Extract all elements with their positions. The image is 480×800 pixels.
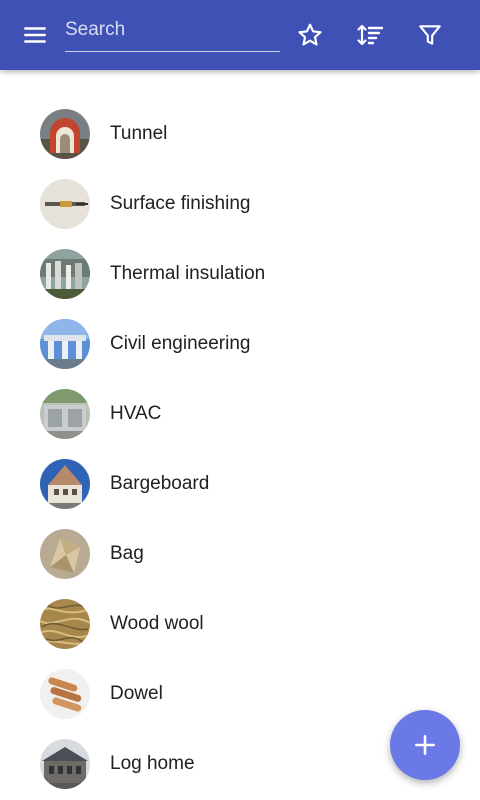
plus-icon xyxy=(415,735,435,755)
log-home-thumbnail xyxy=(40,739,90,789)
list-item[interactable]: Tunnel xyxy=(0,99,480,169)
list-item-label: Dowel xyxy=(110,683,163,704)
search-field xyxy=(65,14,280,52)
item-list: Tunnel Surface finishing Thermal insulat… xyxy=(0,99,480,799)
list-item-label: Surface finishing xyxy=(110,193,251,214)
app-screen: Tunnel Surface finishing xyxy=(0,0,480,800)
wood-wool-thumbnail xyxy=(40,599,90,649)
surface-finishing-thumbnail xyxy=(40,179,90,229)
civil-engineering-thumbnail xyxy=(40,319,90,369)
star-outline-icon xyxy=(298,23,322,46)
top-app-bar xyxy=(0,0,480,70)
list-item[interactable]: HVAC xyxy=(0,379,480,449)
menu-button[interactable] xyxy=(11,11,59,59)
list-item-label: Bargeboard xyxy=(110,473,210,494)
sort-button[interactable] xyxy=(346,11,394,59)
list-item[interactable]: Thermal insulation xyxy=(0,239,480,309)
list-item-label: HVAC xyxy=(110,403,162,424)
dowel-thumbnail xyxy=(40,669,90,719)
list-item-label: Tunnel xyxy=(110,123,168,144)
filter-icon xyxy=(419,25,441,45)
list-item-label: Log home xyxy=(110,753,195,774)
list-item-label: Wood wool xyxy=(110,613,204,634)
list-item[interactable]: Bargeboard xyxy=(0,449,480,519)
filter-button[interactable] xyxy=(406,11,454,59)
bag-thumbnail xyxy=(40,529,90,579)
list-item[interactable]: Surface finishing xyxy=(0,169,480,239)
tunnel-thumbnail xyxy=(40,109,90,159)
hvac-thumbnail xyxy=(40,389,90,439)
add-button[interactable] xyxy=(390,710,460,780)
list-item[interactable]: Wood wool xyxy=(0,589,480,659)
list-item-label: Bag xyxy=(110,543,144,564)
thermal-insulation-thumbnail xyxy=(40,249,90,299)
list-item[interactable]: Bag xyxy=(0,519,480,589)
list-item-label: Civil engineering xyxy=(110,333,251,354)
favorites-button[interactable] xyxy=(286,11,334,59)
search-input[interactable] xyxy=(65,14,280,46)
list-item[interactable]: Civil engineering xyxy=(0,309,480,379)
bargeboard-thumbnail xyxy=(40,459,90,509)
sort-icon xyxy=(357,24,384,46)
menu-icon xyxy=(24,27,46,43)
list-item-label: Thermal insulation xyxy=(110,263,266,284)
